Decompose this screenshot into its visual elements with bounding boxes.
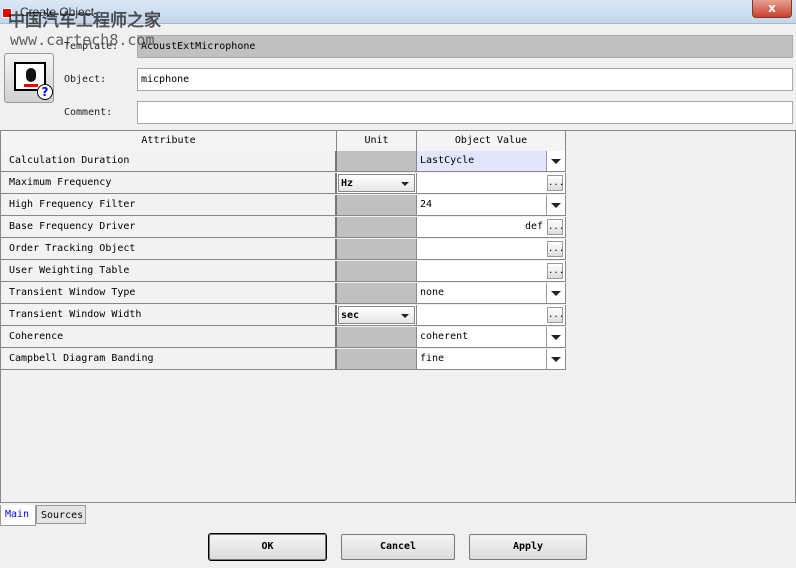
browse-button[interactable]: ... bbox=[547, 175, 564, 191]
object-value: 24 bbox=[420, 199, 433, 210]
attribute-table: Attribute Unit Object Value Calculation … bbox=[0, 130, 796, 503]
object-value-cell[interactable]: ... bbox=[417, 173, 566, 194]
attribute-name: Coherence bbox=[1, 327, 337, 348]
object-value-cell[interactable]: coherent bbox=[417, 327, 566, 348]
object-value-cell[interactable]: 24 bbox=[417, 195, 566, 216]
app-icon bbox=[2, 8, 12, 18]
browse-button[interactable]: ... bbox=[547, 307, 564, 323]
tab-sources[interactable]: Sources bbox=[36, 505, 86, 524]
comment-input[interactable] bbox=[137, 101, 793, 124]
object-value-cell[interactable]: def... bbox=[417, 217, 566, 238]
dropdown-arrow-icon[interactable] bbox=[546, 195, 565, 215]
unit-cell bbox=[337, 217, 417, 238]
header-attribute: Attribute bbox=[1, 131, 337, 152]
header-unit: Unit bbox=[337, 131, 417, 152]
unit-cell bbox=[337, 261, 417, 282]
tab-main[interactable]: Main bbox=[0, 505, 36, 526]
browse-button[interactable]: ... bbox=[547, 219, 564, 235]
browse-button[interactable]: ... bbox=[547, 263, 564, 279]
object-value-cell[interactable]: none bbox=[417, 283, 566, 304]
apply-button[interactable]: Apply bbox=[469, 534, 587, 560]
browse-button[interactable]: ... bbox=[547, 241, 564, 257]
object-value-cell[interactable]: ... bbox=[417, 239, 566, 260]
attribute-name: High Frequency Filter bbox=[1, 195, 337, 216]
attribute-name: User Weighting Table bbox=[1, 261, 337, 282]
template-label: Template: bbox=[64, 41, 119, 52]
title-bar: Create Object x bbox=[0, 0, 796, 24]
unit-cell bbox=[337, 151, 417, 172]
object-value: LastCycle bbox=[420, 155, 475, 166]
object-value-cell[interactable]: ... bbox=[417, 305, 566, 326]
attribute-name: Transient Window Width bbox=[1, 305, 337, 326]
dropdown-arrow-icon[interactable] bbox=[546, 283, 565, 303]
attribute-name: Maximum Frequency bbox=[1, 173, 337, 194]
object-value: def bbox=[524, 221, 543, 232]
attribute-name: Transient Window Type bbox=[1, 283, 337, 304]
template-field: AcoustExtMicrophone bbox=[137, 35, 793, 58]
attribute-name: Campbell Diagram Banding bbox=[1, 349, 337, 370]
help-icon: ? bbox=[37, 84, 53, 100]
object-value-cell[interactable]: fine bbox=[417, 349, 566, 370]
unit-cell bbox=[337, 349, 417, 370]
object-label: Object: bbox=[64, 74, 107, 85]
close-button[interactable]: x bbox=[752, 0, 792, 18]
unit-cell bbox=[337, 195, 417, 216]
unit-select[interactable]: sec bbox=[338, 306, 415, 324]
dropdown-arrow-icon[interactable] bbox=[546, 151, 565, 171]
object-value: fine bbox=[420, 353, 445, 364]
object-value-cell[interactable]: ... bbox=[417, 261, 566, 282]
unit-cell[interactable]: sec bbox=[337, 305, 417, 326]
dropdown-arrow-icon[interactable] bbox=[546, 327, 565, 347]
unit-cell bbox=[337, 239, 417, 260]
header-object-value: Object Value bbox=[417, 131, 566, 152]
unit-cell[interactable]: Hz bbox=[337, 173, 417, 194]
object-value: coherent bbox=[420, 331, 469, 342]
object-help-button[interactable]: ? bbox=[4, 53, 54, 103]
object-value-cell[interactable]: LastCycle bbox=[417, 151, 566, 172]
cancel-button[interactable]: Cancel bbox=[341, 534, 455, 560]
dropdown-arrow-icon[interactable] bbox=[546, 349, 565, 369]
unit-cell bbox=[337, 283, 417, 304]
attribute-name: Base Frequency Driver bbox=[1, 217, 337, 238]
unit-cell bbox=[337, 327, 417, 348]
attribute-name: Calculation Duration bbox=[1, 151, 337, 172]
object-input[interactable]: micphone bbox=[137, 68, 793, 91]
object-value: none bbox=[420, 287, 445, 298]
window-title: Create Object bbox=[20, 5, 95, 19]
attribute-name: Order Tracking Object bbox=[1, 239, 337, 260]
unit-select[interactable]: Hz bbox=[338, 174, 415, 192]
comment-label: Comment: bbox=[64, 107, 113, 118]
ok-button[interactable]: OK bbox=[208, 533, 327, 561]
